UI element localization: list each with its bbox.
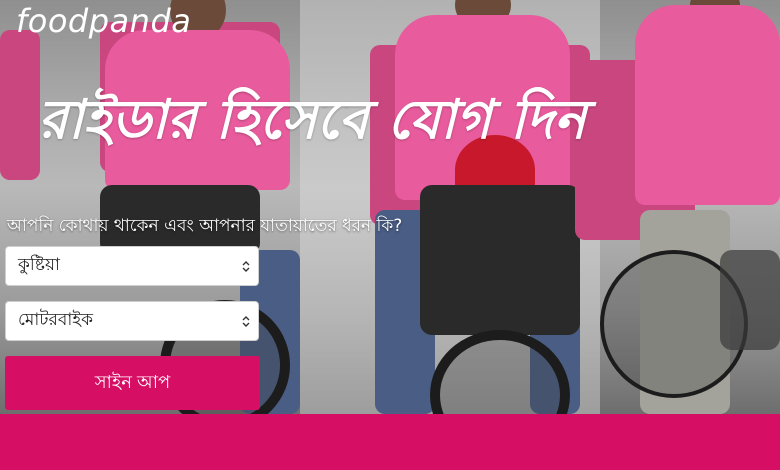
- city-select[interactable]: কুষ্টিয়া: [5, 246, 259, 286]
- vehicle-select-value: মোটরবাইক: [18, 310, 94, 330]
- city-select-value: কুষ্টিয়া: [18, 255, 60, 275]
- hero-background: [0, 0, 780, 414]
- page-headline: রাইডার হিসেবে যোগ দিন: [38, 87, 587, 151]
- foodpanda-logo[interactable]: foodpanda: [16, 2, 191, 40]
- bicycle-basket: [720, 250, 780, 350]
- signup-button[interactable]: সাইন আপ: [5, 356, 260, 410]
- rider-shirt: [635, 5, 780, 205]
- motorbike: [420, 185, 580, 335]
- location-vehicle-question: আপনি কোথায় থাকেন এবং আপনার যাতায়াতের ধ…: [7, 216, 403, 236]
- vehicle-select[interactable]: মোটরবাইক: [5, 301, 259, 341]
- chevron-down-icon: [242, 316, 250, 327]
- bottom-bar: [0, 414, 780, 470]
- delivery-box: [0, 30, 40, 180]
- chevron-down-icon: [242, 261, 250, 272]
